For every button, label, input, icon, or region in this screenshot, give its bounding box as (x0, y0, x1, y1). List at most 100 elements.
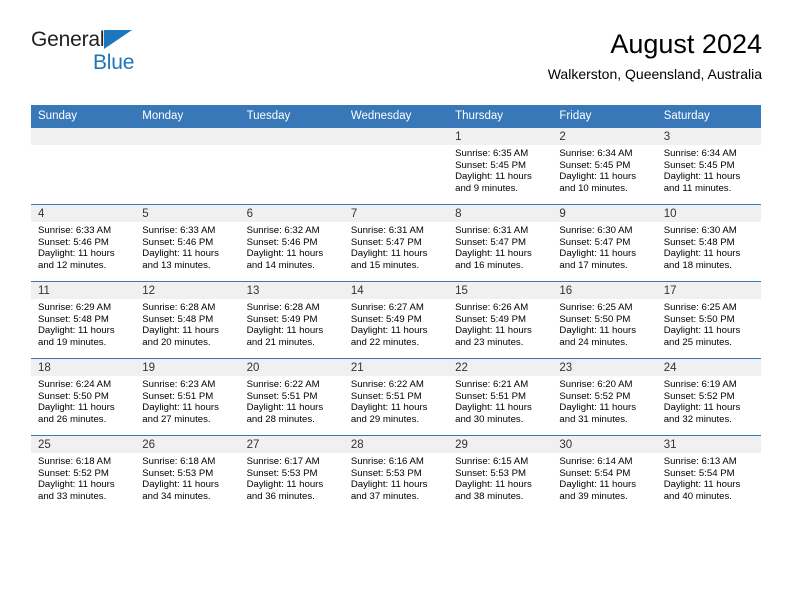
sunrise-time: Sunrise: 6:16 AM (350, 456, 424, 467)
sunrise-time: Sunrise: 6:27 AM (350, 302, 424, 313)
calendar-day-cell[interactable]: 16 Sunrise: 6:25 AM Sunset: 5:50 PM Dayligh… (552, 281, 657, 359)
sunrise-time: Sunrise: 6:26 AM (455, 302, 529, 313)
weekday-header-friday: Friday (552, 105, 657, 128)
day-sun-info: Sunrise: 6:16 AM Sunset: 5:53 PM Daylight:… (344, 453, 448, 502)
calendar-day-cell[interactable]: 30 Sunrise: 6:14 AM Sunset: 5:54 PM Dayligh… (552, 435, 657, 512)
daylight-duration-line2: and 14 minutes. (246, 259, 315, 271)
calendar-day-cell[interactable]: 26 Sunrise: 6:18 AM Sunset: 5:53 PM Dayligh… (135, 435, 240, 512)
sunrise-time: Sunrise: 6:22 AM (350, 379, 424, 390)
day-number: 28 (343, 436, 449, 453)
sunset-time: Sunset: 5:54 PM (559, 467, 631, 479)
calendar-day-cell[interactable]: 20 Sunrise: 6:22 AM Sunset: 5:51 PM Dayligh… (239, 358, 344, 436)
day-number: 19 (135, 359, 240, 376)
day-sun-info: Sunrise: 6:27 AM Sunset: 5:49 PM Daylight:… (344, 299, 448, 348)
day-sun-info: Sunrise: 6:34 AM Sunset: 5:45 PM Daylight:… (552, 145, 656, 194)
day-number: 26 (135, 436, 240, 453)
sunrise-time: Sunrise: 6:32 AM (246, 225, 320, 236)
day-cell-content: 15 Sunrise: 6:26 AM Sunset: 5:49 PM Dayligh… (448, 282, 553, 358)
calendar-day-cell[interactable]: 1 Sunrise: 6:35 AM Sunset: 5:45 PM Daylight… (448, 127, 553, 205)
calendar-day-cell[interactable]: 28 Sunrise: 6:16 AM Sunset: 5:53 PM Dayligh… (343, 435, 449, 512)
sunset-time: Sunset: 5:53 PM (246, 467, 318, 479)
calendar-day-cell[interactable] (239, 127, 344, 205)
brand-logo-top: General (31, 28, 291, 54)
calendar-day-cell[interactable]: 31 Sunrise: 6:13 AM Sunset: 5:54 PM Dayligh… (656, 435, 761, 512)
sunrise-time: Sunrise: 6:24 AM (38, 379, 112, 390)
calendar-day-cell[interactable]: 24 Sunrise: 6:19 AM Sunset: 5:52 PM Dayligh… (656, 358, 761, 436)
day-sun-info: Sunrise: 6:30 AM Sunset: 5:47 PM Daylight:… (552, 222, 656, 271)
calendar-day-cell[interactable]: 6 Sunrise: 6:32 AM Sunset: 5:46 PM Daylight… (239, 204, 344, 282)
calendar-day-cell[interactable]: 4 Sunrise: 6:33 AM Sunset: 5:46 PM Daylight… (31, 204, 136, 282)
daylight-duration-line1: Daylight: 11 hours (663, 325, 741, 337)
daylight-duration-line1: Daylight: 11 hours (663, 248, 741, 260)
calendar-day-cell[interactable]: 15 Sunrise: 6:26 AM Sunset: 5:49 PM Dayligh… (448, 281, 553, 359)
day-number (239, 128, 344, 145)
day-sun-info: Sunrise: 6:23 AM Sunset: 5:51 PM Daylight:… (135, 376, 239, 425)
calendar-day-cell[interactable]: 11 Sunrise: 6:29 AM Sunset: 5:48 PM Dayligh… (31, 281, 136, 359)
calendar-week-row: 4 Sunrise: 6:33 AM Sunset: 5:46 PM Daylight… (31, 204, 761, 282)
calendar-day-cell[interactable]: 25 Sunrise: 6:18 AM Sunset: 5:52 PM Dayligh… (31, 435, 136, 512)
calendar-day-cell[interactable]: 7 Sunrise: 6:31 AM Sunset: 5:47 PM Daylight… (343, 204, 449, 282)
calendar-day-cell[interactable]: 17 Sunrise: 6:25 AM Sunset: 5:50 PM Dayligh… (656, 281, 761, 359)
calendar-day-cell[interactable] (343, 127, 449, 205)
daylight-duration-line2: and 21 minutes. (246, 336, 315, 348)
day-cell-content: 26 Sunrise: 6:18 AM Sunset: 5:53 PM Dayligh… (135, 436, 240, 512)
day-number: 30 (552, 436, 657, 453)
calendar-day-cell[interactable]: 29 Sunrise: 6:15 AM Sunset: 5:53 PM Dayligh… (448, 435, 553, 512)
daylight-duration-line1: Daylight: 11 hours (246, 325, 324, 337)
daylight-duration-line2: and 33 minutes. (38, 490, 107, 502)
day-number: 14 (343, 282, 449, 299)
day-cell-content: 6 Sunrise: 6:32 AM Sunset: 5:46 PM Daylight… (239, 205, 344, 281)
calendar-header-row: Sunday Monday Tuesday Wednesday Thursday… (31, 105, 761, 128)
daylight-duration-line2: and 28 minutes. (246, 413, 315, 425)
daylight-duration-line1: Daylight: 11 hours (455, 325, 532, 337)
brand-logo[interactable]: General Blue (31, 28, 291, 74)
daylight-duration-line2: and 26 minutes. (38, 413, 107, 425)
sunrise-time: Sunrise: 6:33 AM (142, 225, 216, 236)
calendar-day-cell[interactable]: 3 Sunrise: 6:34 AM Sunset: 5:45 PM Daylight… (656, 127, 761, 205)
daylight-duration-line2: and 39 minutes. (559, 490, 628, 502)
day-cell-content: 2 Sunrise: 6:34 AM Sunset: 5:45 PM Daylight… (552, 128, 657, 204)
day-cell-content: 12 Sunrise: 6:28 AM Sunset: 5:48 PM Dayligh… (135, 282, 240, 358)
sunrise-time: Sunrise: 6:31 AM (455, 225, 529, 236)
day-number: 16 (552, 282, 657, 299)
daylight-duration-line1: Daylight: 11 hours (38, 248, 115, 260)
daylight-duration-line2: and 15 minutes. (350, 259, 420, 271)
calendar-day-cell[interactable]: 21 Sunrise: 6:22 AM Sunset: 5:51 PM Dayligh… (343, 358, 449, 436)
day-cell-content: 5 Sunrise: 6:33 AM Sunset: 5:46 PM Daylight… (135, 205, 240, 281)
calendar-day-cell[interactable]: 14 Sunrise: 6:27 AM Sunset: 5:49 PM Dayligh… (343, 281, 449, 359)
calendar-day-cell[interactable]: 12 Sunrise: 6:28 AM Sunset: 5:48 PM Dayligh… (135, 281, 240, 359)
daylight-duration-line1: Daylight: 11 hours (559, 325, 637, 337)
calendar-day-cell[interactable]: 10 Sunrise: 6:30 AM Sunset: 5:48 PM Dayligh… (656, 204, 761, 282)
calendar-day-cell[interactable]: 22 Sunrise: 6:21 AM Sunset: 5:51 PM Dayligh… (448, 358, 553, 436)
day-number: 24 (656, 359, 761, 376)
day-sun-info: Sunrise: 6:20 AM Sunset: 5:52 PM Daylight:… (552, 376, 656, 425)
day-number: 6 (239, 205, 344, 222)
day-cell-content: 22 Sunrise: 6:21 AM Sunset: 5:51 PM Dayligh… (448, 359, 553, 435)
calendar-day-cell[interactable]: 9 Sunrise: 6:30 AM Sunset: 5:47 PM Daylight… (552, 204, 657, 282)
sunrise-time: Sunrise: 6:19 AM (663, 379, 737, 390)
calendar-day-cell[interactable] (31, 127, 136, 205)
day-sun-info: Sunrise: 6:34 AM Sunset: 5:45 PM Daylight:… (657, 145, 761, 194)
day-cell-content: 8 Sunrise: 6:31 AM Sunset: 5:47 PM Daylight… (448, 205, 553, 281)
calendar-week-row: 18 Sunrise: 6:24 AM Sunset: 5:50 PM Dayligh… (31, 358, 761, 436)
calendar-week-row: 25 Sunrise: 6:18 AM Sunset: 5:52 PM Dayligh… (31, 435, 761, 512)
day-sun-info: Sunrise: 6:17 AM Sunset: 5:53 PM Daylight:… (240, 453, 344, 502)
calendar-day-cell[interactable]: 13 Sunrise: 6:28 AM Sunset: 5:49 PM Dayligh… (239, 281, 344, 359)
daylight-duration-line2: and 36 minutes. (246, 490, 315, 502)
calendar-day-cell[interactable] (135, 127, 240, 205)
calendar-week-row: 11 Sunrise: 6:29 AM Sunset: 5:48 PM Dayligh… (31, 281, 761, 359)
calendar-day-cell[interactable]: 18 Sunrise: 6:24 AM Sunset: 5:50 PM Dayligh… (31, 358, 136, 436)
calendar-day-cell[interactable]: 5 Sunrise: 6:33 AM Sunset: 5:46 PM Daylight… (135, 204, 240, 282)
calendar-day-cell[interactable]: 27 Sunrise: 6:17 AM Sunset: 5:53 PM Dayligh… (239, 435, 344, 512)
day-sun-info: Sunrise: 6:15 AM Sunset: 5:53 PM Daylight:… (448, 453, 552, 502)
day-number: 2 (552, 128, 657, 145)
calendar-day-cell[interactable]: 23 Sunrise: 6:20 AM Sunset: 5:52 PM Dayligh… (552, 358, 657, 436)
daylight-duration-line1: Daylight: 11 hours (246, 479, 324, 491)
title-block: August 2024 Walkerston, Queensland, Aust… (548, 28, 762, 83)
day-cell-content: 13 Sunrise: 6:28 AM Sunset: 5:49 PM Dayligh… (239, 282, 344, 358)
daylight-duration-line1: Daylight: 11 hours (350, 479, 428, 491)
daylight-duration-line1: Daylight: 11 hours (350, 325, 428, 337)
calendar-day-cell[interactable]: 8 Sunrise: 6:31 AM Sunset: 5:47 PM Daylight… (448, 204, 553, 282)
calendar-day-cell[interactable]: 19 Sunrise: 6:23 AM Sunset: 5:51 PM Dayligh… (135, 358, 240, 436)
calendar-day-cell[interactable]: 2 Sunrise: 6:34 AM Sunset: 5:45 PM Daylight… (552, 127, 657, 205)
